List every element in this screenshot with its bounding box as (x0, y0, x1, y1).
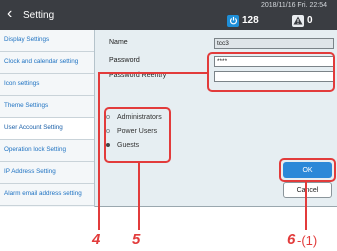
cancel-button[interactable]: Cancel (283, 182, 332, 198)
callout-line-5 (138, 162, 140, 230)
sidebar-item-label: IP Address Setting (4, 168, 56, 176)
sidebar-item-label: Theme Settings (4, 102, 49, 110)
sidebar-item-label: Clock and calendar setting (4, 58, 79, 66)
page-title: Setting (23, 10, 55, 21)
name-label: Name (109, 39, 128, 46)
name-field: tcc3 (214, 38, 334, 49)
sidebar-item-icon[interactable]: Icon settings (0, 74, 94, 96)
sidebar-item-label: Icon settings (4, 80, 40, 88)
callout-number-4: 4 (92, 231, 101, 248)
sidebar-item-user-account[interactable]: User Account Setting (0, 118, 94, 140)
sidebar-item-operation-lock[interactable]: Operation lock Setting (0, 140, 94, 162)
sidebar-item-clock[interactable]: Clock and calendar setting (0, 52, 94, 74)
top-bar: ‹ Setting 2018/11/16 Fri. 22:54 128 0 (0, 0, 337, 30)
sidebar-item-theme[interactable]: Theme Settings (0, 96, 94, 118)
callout-sub-6: -(1) (297, 233, 318, 248)
callout-box-roles (104, 107, 171, 163)
callout-box-password (207, 52, 335, 92)
power-icon (227, 14, 239, 27)
sidebar-item-display[interactable]: Display Settings (0, 30, 94, 52)
sidebar-item-label: Operation lock Setting (4, 146, 66, 154)
sidebar-item-label: Alarm email address setting (4, 190, 82, 198)
warning-icon (292, 14, 304, 27)
sidebar-item-ip-address[interactable]: IP Address Setting (0, 162, 94, 184)
callout-line-6 (305, 181, 307, 230)
callout-number-6: 6 (287, 231, 296, 248)
callout-number-5: 5 (132, 231, 141, 248)
back-arrow-icon[interactable]: ‹ (7, 6, 12, 22)
alert-count: 0 (307, 15, 313, 26)
sidebar-item-alarm-email[interactable]: Alarm email address setting (0, 184, 94, 206)
callout-line-4 (98, 72, 208, 74)
datetime-display: 2018/11/16 Fri. 22:54 (260, 2, 327, 9)
settings-sidebar: Display Settings Clock and calendar sett… (0, 30, 95, 207)
sidebar-item-label: Display Settings (4, 36, 50, 44)
callout-box-ok (279, 158, 336, 182)
alert-indicator: 0 (292, 14, 313, 27)
callout-line-4 (98, 72, 100, 230)
count-indicator: 128 (227, 14, 259, 27)
count-value: 128 (242, 15, 259, 26)
sidebar-item-label: User Account Setting (4, 124, 63, 132)
password-label: Password (109, 57, 140, 64)
